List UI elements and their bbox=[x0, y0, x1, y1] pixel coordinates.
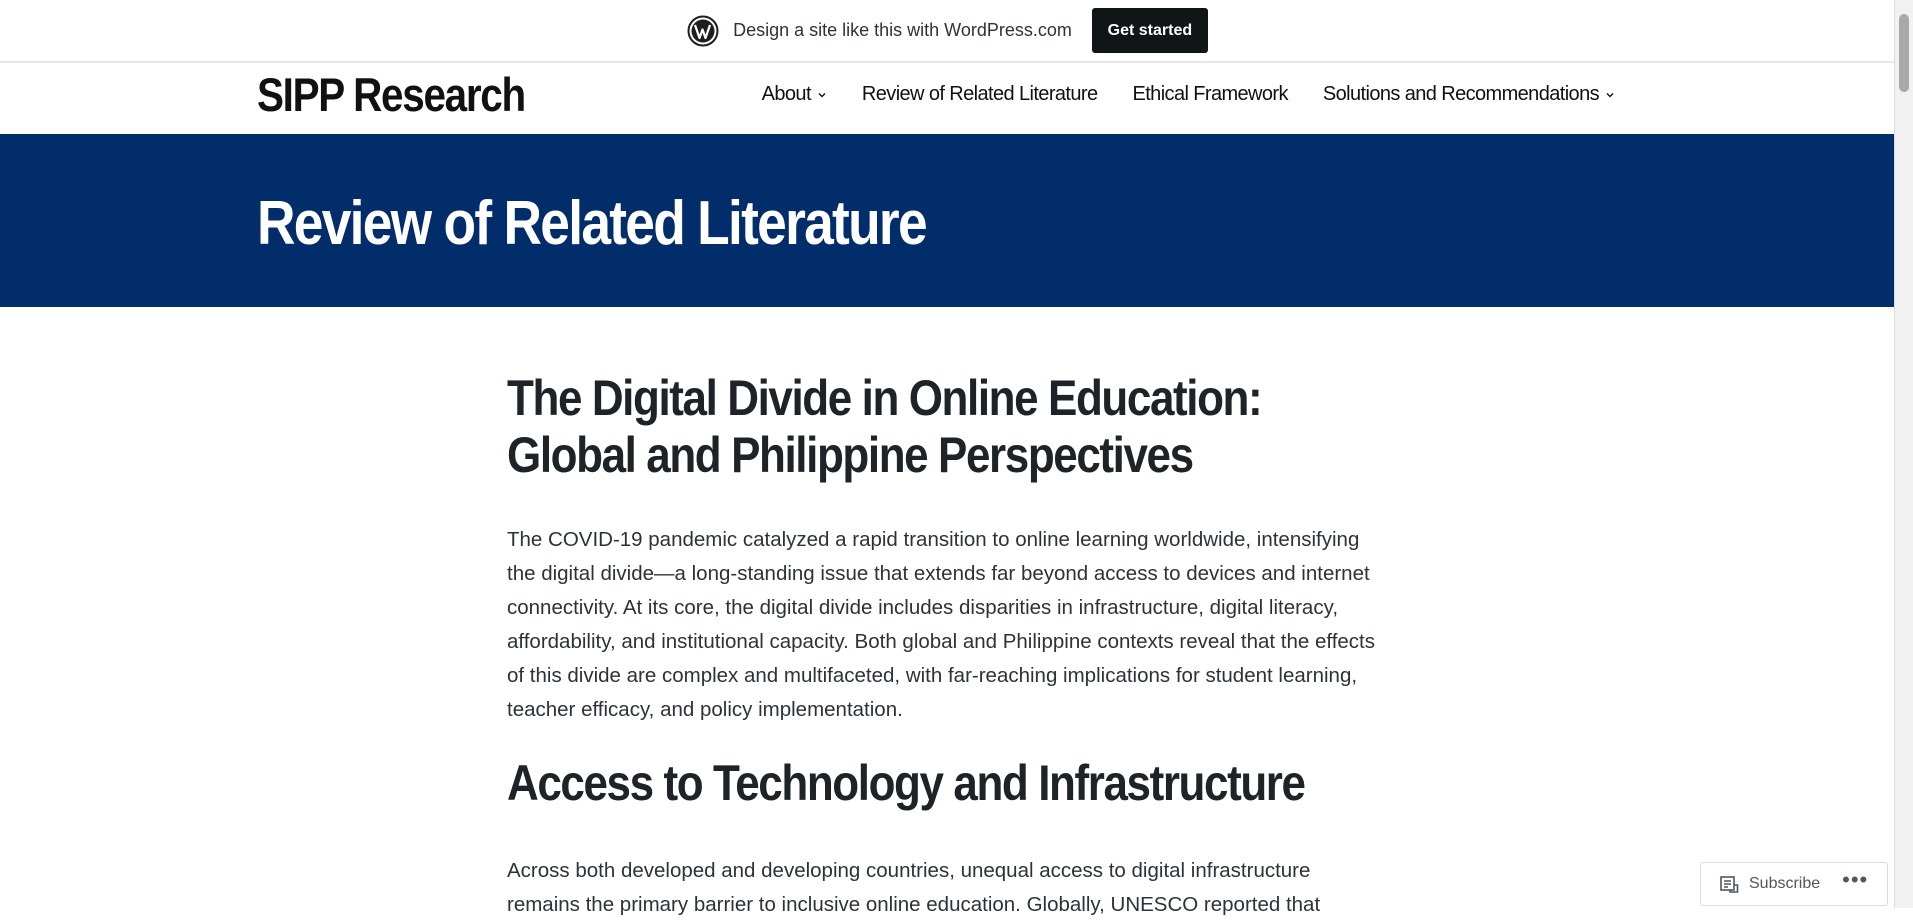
section-heading: Access to Technology and Infrastructure bbox=[507, 755, 1306, 811]
wordpress-promo-bar: Design a site like this with WordPress.c… bbox=[0, 0, 1895, 63]
promo-text[interactable]: Design a site like this with WordPress.c… bbox=[733, 20, 1072, 41]
paragraph: The COVID-19 pandemic catalyzed a rapid … bbox=[507, 528, 1375, 721]
more-options-button[interactable]: ••• bbox=[1842, 869, 1868, 899]
scrollbar-thumb[interactable] bbox=[1899, 14, 1909, 92]
nav-item-ethical-framework[interactable]: Ethical Framework bbox=[1132, 83, 1288, 106]
nav-item-label: Review of Related Literature bbox=[861, 83, 1098, 105]
subscribe-label: Subscribe bbox=[1749, 875, 1821, 892]
scrollbar[interactable] bbox=[1894, 0, 1913, 908]
chevron-down-icon bbox=[818, 92, 826, 97]
section-heading: The Digital Divide in Online Education: … bbox=[507, 370, 1263, 483]
site-title[interactable]: SIPP Research bbox=[257, 67, 526, 122]
nav-item-label: Solutions and Recommendations bbox=[1322, 83, 1600, 105]
page-hero: Review of Related Literature bbox=[0, 134, 1895, 307]
get-started-button[interactable]: Get started bbox=[1091, 8, 1208, 53]
nav-item-solutions[interactable]: Solutions and Recommendations bbox=[1323, 83, 1615, 106]
nav-item-label: Ethical Framework bbox=[1132, 83, 1288, 105]
nav-item-review[interactable]: Review of Related Literature bbox=[862, 83, 1098, 106]
page-title: Review of Related Literature bbox=[257, 189, 928, 258]
nav-item-label: About bbox=[761, 83, 812, 105]
subscribe-widget: Subscribe ••• bbox=[1700, 862, 1888, 906]
site-header: SIPP Research About Review of Related Li… bbox=[0, 63, 1895, 134]
chevron-down-icon bbox=[1606, 92, 1614, 97]
paragraph: Across both developed and developing cou… bbox=[507, 859, 1321, 916]
primary-nav: About Review of Related Literature Ethic… bbox=[727, 83, 1615, 106]
nav-item-about[interactable]: About bbox=[762, 83, 827, 106]
subscribe-button[interactable]: Subscribe bbox=[1701, 874, 1820, 894]
reader-icon bbox=[1720, 876, 1739, 893]
wordpress-logo-icon[interactable] bbox=[687, 15, 719, 47]
